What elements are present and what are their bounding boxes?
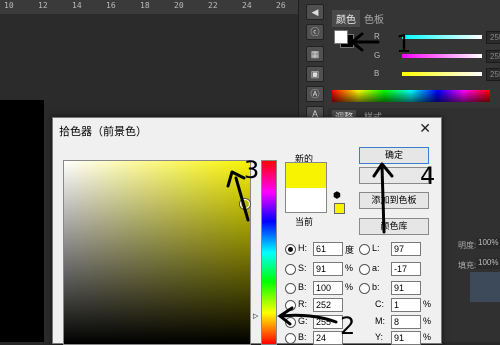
annotation-arrow-2 <box>278 306 338 326</box>
annotation-number-1: 1 <box>396 30 411 58</box>
annotation-arrow-4 <box>372 162 394 234</box>
annotation-number-2: 2 <box>340 312 355 340</box>
hand-drawn-annotations: 1 3 4 2 <box>226 30 435 340</box>
annotation-number-4: 4 <box>420 162 435 190</box>
annotation-arrow-1 <box>350 32 380 52</box>
annotation-number-3: 3 <box>244 156 259 184</box>
